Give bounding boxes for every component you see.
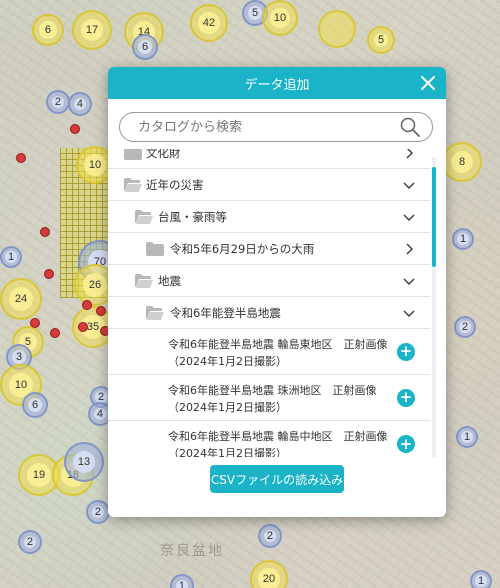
dialog-title: データ追加 — [244, 77, 310, 93]
tree-node-reiwa5-heavy-rain[interactable]: 令和5年6月29日からの大雨 — [108, 233, 430, 265]
tree-scrollbar[interactable] — [432, 157, 436, 457]
catalog-item-date: （2024年1月2日撮影） — [168, 401, 287, 414]
chevron-down-icon[interactable] — [402, 210, 416, 224]
add-layer-button[interactable]: + — [397, 435, 415, 453]
search-icon[interactable] — [399, 116, 421, 138]
map-point-marker[interactable] — [96, 306, 106, 316]
map-cluster[interactable]: 1 — [456, 426, 478, 448]
scrollbar-thumb[interactable] — [432, 167, 436, 267]
catalog-item[interactable]: 令和6年能登半島地震 珠洲地区 正射画像 （2024年1月2日撮影） + — [108, 375, 430, 421]
map-point-marker[interactable] — [78, 322, 88, 332]
map-cluster[interactable]: 1 — [470, 570, 492, 588]
map-cluster — [318, 10, 356, 48]
folder-open-icon — [124, 177, 142, 192]
add-layer-button[interactable]: + — [397, 388, 415, 407]
folder-icon — [124, 149, 142, 160]
map-cluster[interactable]: 13 — [64, 442, 104, 482]
tree-node-label: 令和5年6月29日からの大雨 — [170, 241, 315, 256]
tree-node-label: 文化財 — [146, 149, 181, 160]
map-cluster[interactable]: 6 — [132, 34, 158, 60]
map-cluster[interactable]: 2 — [454, 316, 476, 338]
catalog-item-text: 令和6年能登半島地震 輪島東地区 正射画像 （2024年1月2日撮影） — [168, 336, 388, 370]
catalog-item-date: （2024年1月2日撮影） — [168, 447, 287, 457]
map-cluster[interactable]: 1 — [0, 246, 22, 268]
tree-node-label: 近年の災害 — [146, 177, 204, 192]
catalog-item-title: 令和6年能登半島地震 輪島中地区 正射画像 — [168, 430, 388, 443]
catalog-item-text: 令和6年能登半島地震 輪島中地区 正射画像 （2024年1月2日撮影） — [168, 428, 388, 457]
catalog-item-title: 令和6年能登半島地震 輪島東地区 正射画像 — [168, 338, 388, 351]
tree-node-earthquake[interactable]: 地震 — [108, 265, 430, 297]
map-point-marker[interactable] — [16, 153, 26, 163]
folder-open-icon — [135, 209, 153, 224]
dialog-header: データ追加 — [108, 67, 446, 99]
catalog-item-date: （2024年1月2日撮影） — [168, 355, 287, 368]
chevron-down-icon[interactable] — [402, 306, 416, 320]
map-point-marker[interactable] — [82, 300, 92, 310]
folder-open-icon — [146, 305, 164, 320]
close-icon[interactable] — [418, 73, 438, 93]
catalog-item[interactable]: 令和6年能登半島地震 輪島中地区 正射画像 （2024年1月2日撮影） + — [108, 421, 430, 457]
tree-node-typhoon-heavy-rain[interactable]: 台風・豪雨等 — [108, 201, 430, 233]
map-cluster[interactable]: 4 — [68, 92, 92, 116]
map-cluster[interactable]: 17 — [72, 10, 112, 50]
map-cluster[interactable]: 2 — [86, 500, 110, 524]
folder-icon — [146, 241, 164, 256]
chevron-down-icon[interactable] — [402, 178, 416, 192]
map-point-marker[interactable] — [44, 269, 54, 279]
chevron-down-icon[interactable] — [402, 274, 416, 288]
folder-open-icon — [135, 273, 153, 288]
catalog-search-box — [119, 112, 433, 142]
add-layer-button[interactable]: + — [397, 342, 415, 361]
tree-node-recent-disasters[interactable]: 近年の災害 — [108, 169, 430, 201]
map-cluster[interactable]: 6 — [22, 392, 48, 418]
map-cluster[interactable]: 1 — [452, 228, 474, 250]
load-csv-button[interactable]: CSVファイルの読み込み — [210, 465, 344, 493]
map-cluster[interactable]: 24 — [0, 278, 42, 320]
catalog-search-input[interactable] — [136, 118, 399, 136]
tree-node-cultural-assets[interactable]: 文化財 — [108, 149, 430, 169]
catalog-tree: 文化財 近年の災害 台風・豪雨等 令和5年6月29日からの大雨 地震 令和6年能… — [108, 149, 434, 457]
map-cluster[interactable]: 2 — [46, 90, 70, 114]
tree-node-label: 台風・豪雨等 — [158, 209, 227, 224]
add-data-dialog: データ追加 文化財 近年の災害 台風・豪雨等 — [108, 67, 446, 517]
chevron-right-icon[interactable] — [402, 242, 416, 256]
map-place-label: 奈良盆地 — [160, 543, 224, 559]
map-cluster[interactable]: 6 — [32, 14, 64, 46]
map-cluster[interactable]: 42 — [190, 4, 228, 42]
catalog-item-title: 令和6年能登半島地震 珠洲地区 正射画像 — [168, 384, 377, 397]
map-point-marker[interactable] — [70, 124, 80, 134]
catalog-item[interactable]: 令和6年能登半島地震 輪島東地区 正射画像 （2024年1月2日撮影） + — [108, 329, 430, 375]
map-cluster[interactable]: 2 — [18, 530, 42, 554]
map-point-marker[interactable] — [30, 318, 40, 328]
tree-node-label: 地震 — [158, 273, 181, 288]
catalog-item-text: 令和6年能登半島地震 珠洲地区 正射画像 （2024年1月2日撮影） — [168, 382, 388, 416]
map-cluster[interactable]: 2 — [258, 524, 282, 548]
map-point-marker[interactable] — [40, 227, 50, 237]
map-cluster[interactable]: 5 — [367, 26, 395, 54]
map-cluster[interactable]: 10 — [262, 0, 298, 36]
tree-node-label: 令和6年能登半島地震 — [170, 305, 281, 320]
map-point-marker[interactable] — [50, 328, 60, 338]
chevron-right-icon[interactable] — [402, 149, 416, 160]
tree-node-noto-earthquake[interactable]: 令和6年能登半島地震 — [108, 297, 430, 329]
map-cluster[interactable]: 8 — [442, 142, 482, 182]
